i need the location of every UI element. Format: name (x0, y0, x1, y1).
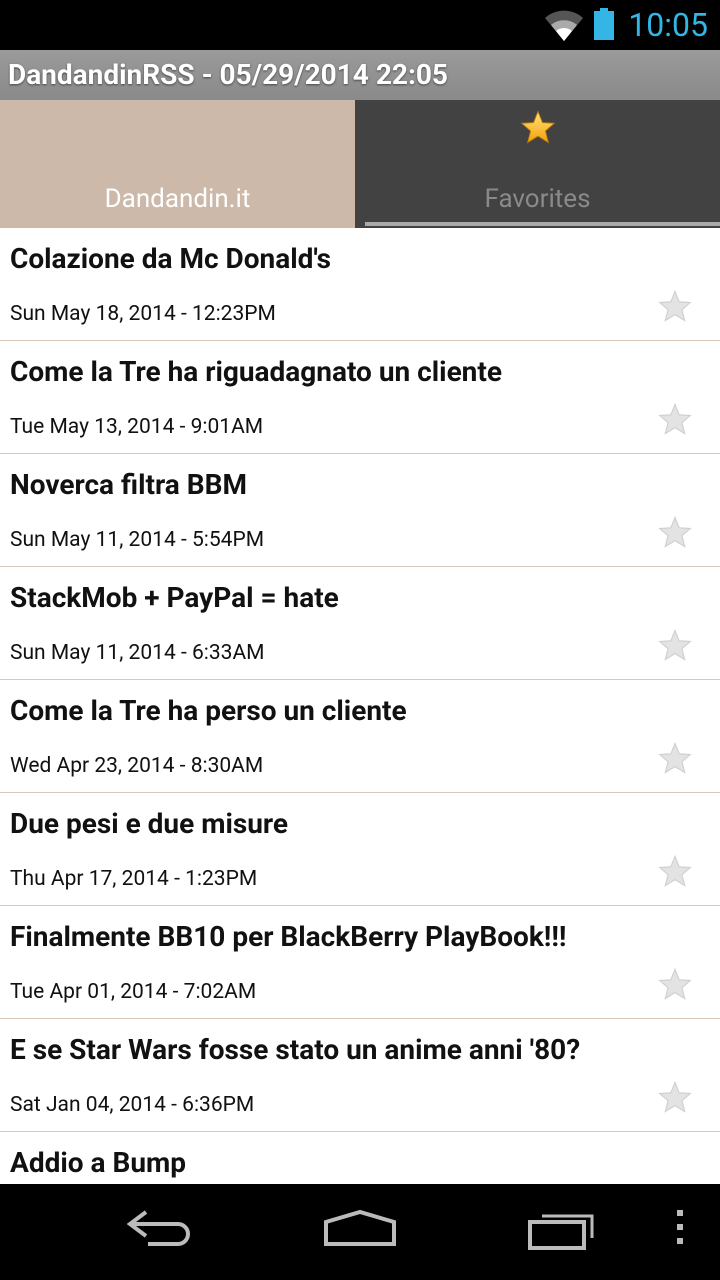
favorite-star-icon[interactable] (658, 742, 692, 774)
favorite-star-icon[interactable] (658, 855, 692, 887)
navigation-bar (0, 1184, 720, 1280)
list-item[interactable]: Come la Tre ha riguadagnato un cliente T… (0, 341, 720, 454)
item-title: E se Star Wars fosse stato un anime anni… (10, 1033, 581, 1066)
list-item[interactable]: StackMob + PayPal = hate Sun May 11, 201… (0, 567, 720, 680)
home-icon[interactable] (322, 1208, 398, 1248)
item-date: Sun May 18, 2014 - 12:23PM (10, 302, 276, 326)
item-date: Tue May 13, 2014 - 9:01AM (10, 415, 264, 439)
battery-icon (594, 8, 614, 40)
star-icon (520, 110, 555, 144)
tab-label: Dandandin.it (104, 184, 251, 214)
item-title: Finalmente BB10 per BlackBerry PlayBook!… (10, 920, 567, 953)
favorite-star-icon[interactable] (658, 1081, 692, 1113)
overflow-menu-icon[interactable] (674, 1208, 686, 1248)
item-date: Sun May 11, 2014 - 5:54PM (10, 528, 265, 552)
item-title: Due pesi e due misure (10, 807, 289, 840)
list-item[interactable]: Due pesi e due misure Thu Apr 17, 2014 -… (0, 793, 720, 906)
tab-dandandin[interactable]: Dandandin.it (0, 100, 355, 228)
back-icon[interactable] (126, 1208, 194, 1248)
article-list[interactable]: Colazione da Mc Donald's Sun May 18, 201… (0, 228, 720, 1184)
favorite-star-icon[interactable] (658, 403, 692, 435)
title-bar: DandandinRSS - 05/29/2014 22:05 (0, 50, 720, 100)
tab-indicator (365, 222, 720, 226)
app-title: DandandinRSS - 05/29/2014 22:05 (8, 58, 448, 91)
list-item[interactable]: Addio a Bump (0, 1132, 720, 1184)
favorite-star-icon[interactable] (658, 629, 692, 661)
tab-bar: Dandandin.it Favorites (0, 100, 720, 228)
item-title: Colazione da Mc Donald's (10, 242, 332, 275)
list-item[interactable]: Noverca filtra BBM Sun May 11, 2014 - 5:… (0, 454, 720, 567)
favorite-star-icon[interactable] (658, 290, 692, 322)
status-bar: 10:05 (0, 0, 720, 50)
item-title: Come la Tre ha riguadagnato un cliente (10, 355, 502, 388)
list-item[interactable]: E se Star Wars fosse stato un anime anni… (0, 1019, 720, 1132)
list-item[interactable]: Colazione da Mc Donald's Sun May 18, 201… (0, 228, 720, 341)
recent-apps-icon[interactable] (526, 1208, 598, 1252)
list-item[interactable]: Finalmente BB10 per BlackBerry PlayBook!… (0, 906, 720, 1019)
favorite-star-icon[interactable] (658, 516, 692, 548)
wifi-icon (545, 10, 583, 41)
item-title: StackMob + PayPal = hate (10, 581, 339, 614)
status-clock: 10:05 (628, 6, 708, 44)
item-date: Thu Apr 17, 2014 - 1:23PM (10, 867, 258, 891)
favorite-star-icon[interactable] (658, 968, 692, 1000)
list-item[interactable]: Come la Tre ha perso un cliente Wed Apr … (0, 680, 720, 793)
item-title: Addio a Bump (10, 1146, 187, 1179)
tab-label: Favorites (484, 184, 591, 214)
item-title: Noverca filtra BBM (10, 468, 247, 501)
item-date: Tue Apr 01, 2014 - 7:02AM (10, 980, 257, 1004)
item-date: Sun May 11, 2014 - 6:33AM (10, 641, 265, 665)
item-title: Come la Tre ha perso un cliente (10, 694, 407, 727)
item-date: Sat Jan 04, 2014 - 6:36PM (10, 1093, 255, 1117)
item-date: Wed Apr 23, 2014 - 8:30AM (10, 754, 264, 778)
tab-favorites[interactable]: Favorites (355, 100, 720, 228)
